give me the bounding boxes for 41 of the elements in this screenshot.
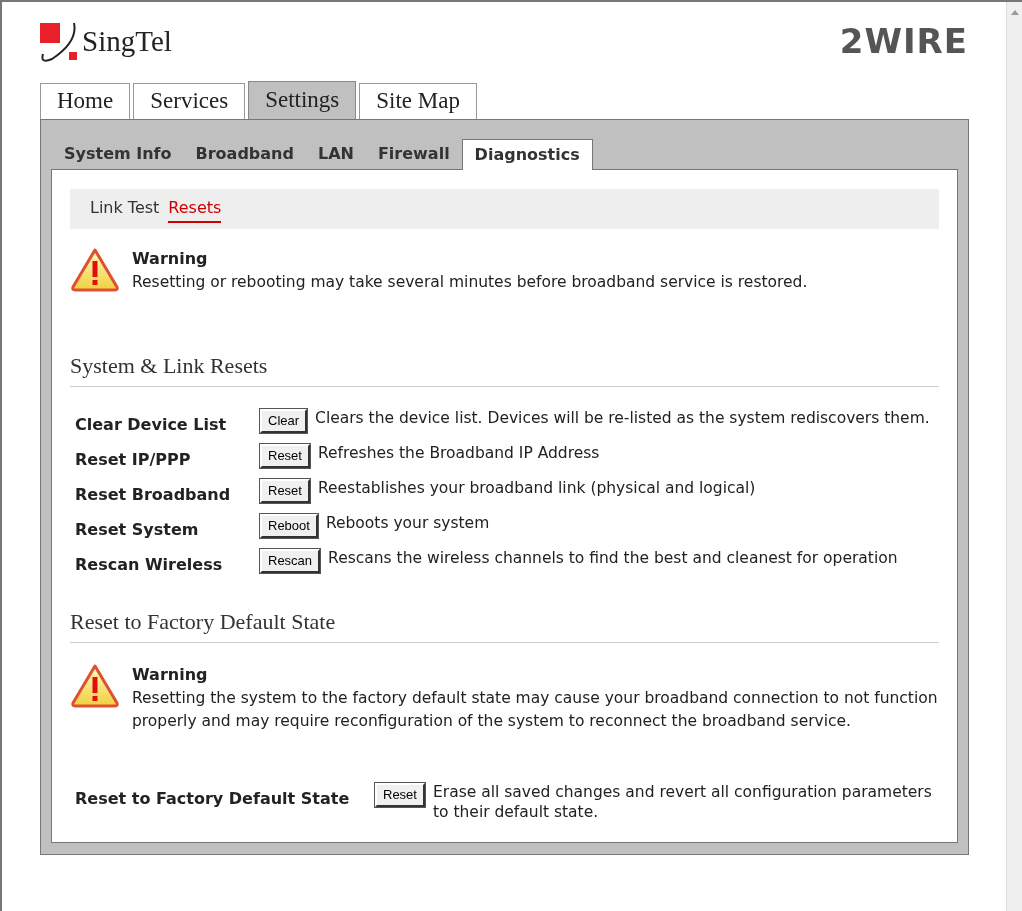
sub-tab[interactable]: System Info [52, 139, 184, 169]
reset-label: Reset to Factory Default State [75, 788, 351, 810]
warning-text: Resetting or rebooting may take several minutes before broadband service is restored. [132, 272, 808, 293]
action-button[interactable]: Reset [260, 444, 310, 468]
warning-title: Warning [132, 248, 209, 270]
reset-description: Reboots your system [325, 513, 490, 533]
reset-description: Reestablishes your broadband link (physical and logical) [317, 478, 756, 498]
sub-link[interactable]: Resets [168, 195, 222, 223]
reset-description: Clears the device list. Devices will be re-listed as the system rediscovers them. [315, 408, 930, 428]
reset-description: Rescans the wireless channels to find the best and cleanest for operation [328, 548, 898, 568]
warning-title: Warning [132, 664, 209, 686]
section-heading: System & Link Resets [70, 349, 939, 387]
reset-label: Rescan Wireless [75, 554, 224, 576]
reset-label: Clear Device List [75, 414, 228, 436]
reset-label: Reset IP/PPP [75, 449, 192, 471]
reset-label: Reset Broadband [75, 484, 232, 506]
reset-description: Refreshes the Broadband IP Address [317, 443, 600, 463]
reset-description: Erase all saved changes and revert all configuration parameters to their default state. [432, 782, 933, 822]
scroll-up-icon[interactable] [1010, 10, 1019, 15]
logo-mark-icon [40, 21, 78, 62]
action-button[interactable]: Clear [260, 409, 308, 433]
brand-logo: SingTel [82, 23, 172, 59]
warning-icon [70, 663, 120, 709]
nav-tab[interactable]: Site Map [359, 83, 477, 119]
sub-link[interactable]: Link Test [90, 195, 160, 223]
reset-label: Reset System [75, 519, 200, 541]
warning-text: Resetting the system to the factory default state may cause your broadband connection to not function properly and may require reconfiguration of the system to reconnect the broadband service. [132, 688, 939, 732]
partner-logo: 2WIRE [839, 20, 968, 63]
nav-tab[interactable]: Settings [248, 81, 357, 119]
action-button[interactable]: Reboot [260, 514, 318, 538]
nav-tab[interactable]: Home [40, 83, 131, 119]
warning-icon [70, 247, 120, 293]
nav-tab[interactable]: Services [133, 83, 246, 119]
sub-tab[interactable]: Firewall [365, 139, 462, 169]
action-button[interactable]: Reset [260, 479, 310, 503]
action-button[interactable]: Rescan [260, 549, 321, 573]
sub-tab[interactable]: LAN [305, 139, 366, 169]
sub-tab[interactable]: Diagnostics [461, 139, 593, 170]
action-button[interactable]: Reset [375, 783, 425, 807]
section-heading: Reset to Factory Default State [70, 605, 939, 643]
sub-tab[interactable]: Broadband [183, 139, 306, 169]
